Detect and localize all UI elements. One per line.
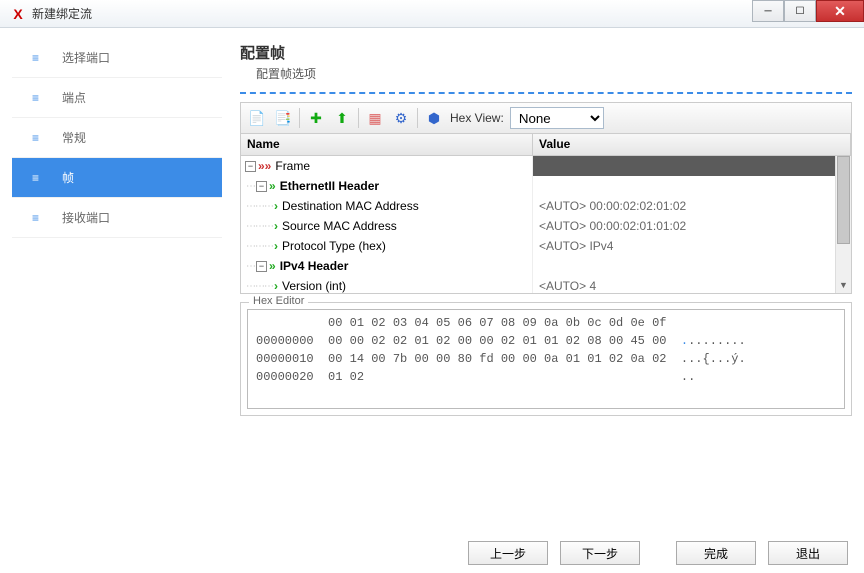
arrow-icon: »: [269, 179, 276, 193]
next-button[interactable]: 下一步: [560, 541, 640, 565]
tree-header-name[interactable]: Name: [241, 134, 533, 155]
app-icon: X: [10, 6, 26, 22]
hamburger-icon: ≡: [32, 51, 46, 65]
collapse-icon[interactable]: −: [256, 261, 267, 272]
sidebar-item-label: 帧: [62, 169, 74, 186]
arrow-icon: ›: [274, 239, 278, 253]
hex-editor[interactable]: 00 01 02 03 04 05 06 07 08 09 0a 0b 0c 0…: [247, 309, 845, 409]
hamburger-icon: ≡: [32, 91, 46, 105]
arrow-icon: ›: [274, 219, 278, 233]
tree-scrollbar[interactable]: ▲ ▼: [835, 156, 851, 293]
prev-button[interactable]: 上一步: [468, 541, 548, 565]
up-button[interactable]: ⬆: [330, 106, 354, 130]
sidebar-item-endpoint[interactable]: ≡ 端点: [12, 78, 222, 118]
window-title: 新建绑定流: [32, 5, 860, 22]
content-area: ≡ 选择端口 ≡ 端点 ≡ 常规 ≡ 帧 ≡ 接收端口 配置帧 配置帧选项: [0, 28, 864, 533]
sidebar: ≡ 选择端口 ≡ 端点 ≡ 常规 ≡ 帧 ≡ 接收端口: [12, 38, 222, 533]
sidebar-item-label: 常规: [62, 129, 86, 146]
config-button[interactable]: ▦: [363, 106, 387, 130]
finish-button[interactable]: 完成: [676, 541, 756, 565]
toolbar: 📄 📑 ✚ ⬆ ▦ ⚙ ⬢ Hex View: None: [240, 102, 852, 134]
exit-button[interactable]: 退出: [768, 541, 848, 565]
sidebar-item-general[interactable]: ≡ 常规: [12, 118, 222, 158]
window: X 新建绑定流 ─ ☐ ✕ ≡ 选择端口 ≡ 端点 ≡ 常规 ≡ 帧: [0, 0, 864, 562]
minimize-button[interactable]: ─: [752, 0, 784, 22]
toolbar-separator: [299, 108, 300, 128]
collapse-icon[interactable]: −: [245, 161, 256, 172]
copy-doc-button[interactable]: 📑: [271, 106, 295, 130]
scroll-down-icon[interactable]: ▼: [836, 277, 851, 293]
sidebar-item-frame[interactable]: ≡ 帧: [12, 158, 222, 198]
hamburger-icon: ≡: [32, 131, 46, 145]
sidebar-item-label: 接收端口: [62, 209, 110, 226]
tree-row-ethernet-header[interactable]: ⋯−»EthernetII Header: [241, 176, 851, 196]
close-button[interactable]: ✕: [816, 0, 864, 22]
scroll-thumb[interactable]: [837, 156, 850, 244]
tree-header: Name Value: [241, 134, 851, 156]
hexview-label: Hex View:: [450, 111, 504, 125]
maximize-button[interactable]: ☐: [784, 0, 816, 22]
tree-row-dest-mac[interactable]: ⋯⋯⋯›Destination MAC Address <AUTO> 00:00…: [241, 196, 851, 216]
arrow-icon: »»: [258, 159, 271, 173]
tree-header-value[interactable]: Value: [533, 134, 851, 155]
page-title: 配置帧: [240, 38, 852, 65]
hexview-icon[interactable]: ⬢: [422, 106, 446, 130]
tree-row-protocol-type[interactable]: ⋯⋯⋯›Protocol Type (hex) <AUTO> IPv4: [241, 236, 851, 256]
main-panel: 配置帧 配置帧选项 📄 📑 ✚ ⬆ ▦ ⚙ ⬢ Hex View: None: [222, 38, 852, 533]
tree-row-frame[interactable]: −»»Frame: [241, 156, 851, 176]
tree-row-src-mac[interactable]: ⋯⋯⋯›Source MAC Address <AUTO> 00:00:02:0…: [241, 216, 851, 236]
hamburger-icon: ≡: [32, 171, 46, 185]
add-button[interactable]: ✚: [304, 106, 328, 130]
sidebar-item-select-port[interactable]: ≡ 选择端口: [12, 38, 222, 78]
titlebar[interactable]: X 新建绑定流 ─ ☐ ✕: [0, 0, 864, 28]
hexview-select[interactable]: None: [510, 107, 604, 129]
tree-body: −»»Frame ⋯−»EthernetII Header ⋯⋯⋯›Destin…: [241, 156, 851, 293]
hex-editor-legend: Hex Editor: [249, 295, 308, 307]
footer: 上一步 下一步 完成 退出: [0, 533, 864, 573]
arrow-icon: »: [269, 259, 276, 273]
link-button[interactable]: ⚙: [389, 106, 413, 130]
new-doc-button[interactable]: 📄: [245, 106, 269, 130]
arrow-icon: ›: [274, 199, 278, 213]
frame-tree: Name Value −»»Frame ⋯−»EthernetII Header…: [240, 134, 852, 294]
tree-row-version[interactable]: ⋯⋯⋯›Version (int) <AUTO> 4: [241, 276, 851, 293]
tree-row-ipv4-header[interactable]: ⋯−»IPv4 Header: [241, 256, 851, 276]
hamburger-icon: ≡: [32, 211, 46, 225]
collapse-icon[interactable]: −: [256, 181, 267, 192]
sidebar-item-receive-port[interactable]: ≡ 接收端口: [12, 198, 222, 238]
sidebar-item-label: 端点: [62, 89, 86, 106]
toolbar-separator: [417, 108, 418, 128]
toolbar-separator: [358, 108, 359, 128]
divider: [240, 92, 852, 94]
sidebar-item-label: 选择端口: [62, 49, 110, 66]
hex-editor-section: Hex Editor 00 01 02 03 04 05 06 07 08 09…: [240, 302, 852, 416]
page-subtitle: 配置帧选项: [240, 65, 852, 88]
arrow-icon: ›: [274, 279, 278, 293]
